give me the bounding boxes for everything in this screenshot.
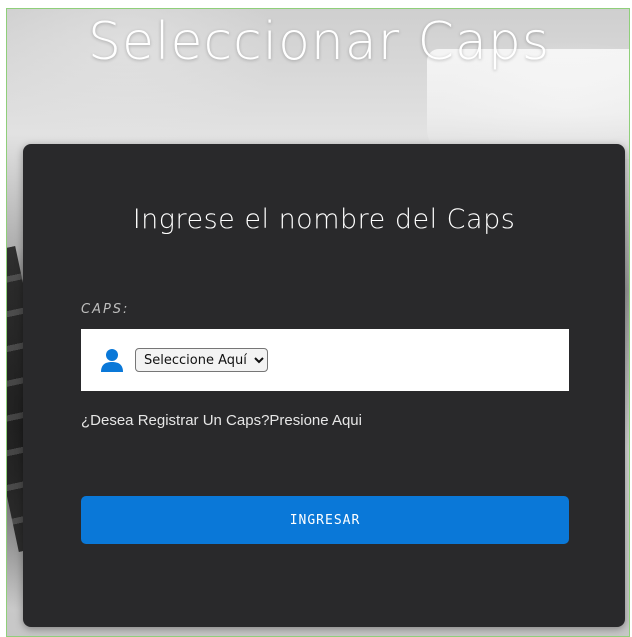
user-icon bbox=[99, 347, 125, 373]
caps-label: CAPS: bbox=[81, 302, 130, 317]
register-caps-link[interactable]: ¿Desea Registrar Un Caps?Presione Aqui bbox=[81, 412, 362, 429]
submit-button[interactable]: INGRESAR bbox=[81, 496, 569, 544]
card-heading: Ingrese el nombre del Caps bbox=[132, 204, 516, 235]
caps-input-row: Seleccione Aquí bbox=[81, 329, 569, 391]
page-frame: Seleccionar Caps Ingrese el nombre del C… bbox=[6, 8, 630, 637]
page-title: Seleccionar Caps bbox=[88, 12, 550, 72]
login-card: Ingrese el nombre del Caps CAPS: Selecci… bbox=[23, 144, 625, 627]
caps-select[interactable]: Seleccione Aquí bbox=[135, 348, 268, 372]
